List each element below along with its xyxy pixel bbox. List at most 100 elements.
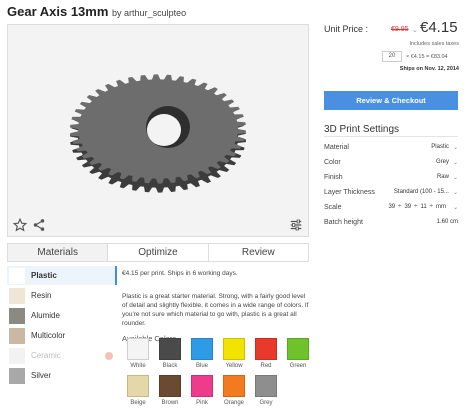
- tax-note: Includes sales taxes: [409, 41, 459, 47]
- color-chip: [223, 338, 245, 360]
- setting-label: Material: [324, 143, 349, 151]
- material-swatch: [9, 367, 25, 384]
- chevron-down-icon: ⌄: [452, 174, 458, 181]
- color-name: Yellow: [225, 363, 243, 369]
- color-option-grey[interactable]: Grey: [250, 375, 282, 406]
- setting-label: Color: [324, 158, 341, 166]
- material-label: Multicolor: [31, 331, 66, 340]
- material-swatch: [9, 307, 25, 324]
- color-option-black[interactable]: Black: [154, 338, 186, 369]
- color-option-blue[interactable]: Blue: [186, 338, 218, 369]
- material-item-ceramic: Ceramic: [7, 346, 117, 365]
- tab-optimize[interactable]: Optimize: [108, 244, 209, 261]
- color-option-red[interactable]: Red: [250, 338, 282, 369]
- material-list: Plastic Resin Alumide Multicolor Ceramic Silv…: [7, 266, 117, 386]
- setting-layer-thickness[interactable]: Layer Thickness Standard (100 - 15... ⌄: [324, 185, 458, 199]
- setting-label: Batch height: [324, 218, 363, 226]
- color-name: White: [130, 363, 146, 369]
- chevron-down-icon: ⌄: [452, 159, 458, 166]
- color-chip: [223, 375, 245, 397]
- chevron-down-icon: ⌄: [452, 189, 458, 196]
- setting-label: Scale: [324, 203, 342, 211]
- quantity-input[interactable]: 20: [382, 51, 402, 62]
- old-price: €9.95: [391, 26, 409, 33]
- chevron-down-icon: ⌄: [452, 204, 458, 211]
- color-name: Blue: [195, 363, 208, 369]
- model-viewer[interactable]: [7, 24, 309, 237]
- material-item-resin[interactable]: Resin: [7, 286, 117, 305]
- material-label: Plastic: [31, 271, 57, 280]
- ship-date: Ships on Nov. 12, 2014: [399, 66, 459, 72]
- setting-material[interactable]: Material Plastic ⌄: [324, 140, 458, 154]
- color-option-yellow[interactable]: Yellow: [218, 338, 250, 369]
- author-link[interactable]: by arthur_sculpteo: [112, 8, 186, 18]
- material-price-line: €4.15 per print. Ships in 6 working days…: [122, 270, 238, 277]
- setting-value: Raw: [436, 174, 449, 180]
- unit-price: €4.15: [420, 19, 458, 36]
- info-icon[interactable]: [105, 351, 113, 360]
- color-option-green[interactable]: Green: [282, 338, 314, 369]
- material-description: €4.15 per print. Ships in 6 working days…: [122, 268, 312, 343]
- setting-batch-height: Batch height 1.60 cm: [324, 215, 458, 229]
- tab-materials[interactable]: Materials: [8, 244, 109, 261]
- print-settings-title: 3D Print Settings: [324, 124, 400, 135]
- color-chip: [191, 338, 213, 360]
- setting-label: Finish: [324, 173, 343, 181]
- material-item-multicolor[interactable]: Multicolor: [7, 326, 117, 345]
- material-label: Alumide: [31, 311, 60, 320]
- material-item-silver[interactable]: Silver: [7, 366, 117, 385]
- color-option-beige[interactable]: Beige: [122, 375, 154, 406]
- material-swatch: [9, 327, 25, 344]
- color-chip: [159, 338, 181, 360]
- setting-value: Standard (100 - 15...: [393, 189, 449, 195]
- material-label: Resin: [31, 291, 52, 300]
- color-chip: [255, 338, 277, 360]
- review-checkout-button[interactable]: Review & Checkout: [324, 91, 458, 110]
- color-chip: [255, 375, 277, 397]
- color-chip: [287, 338, 309, 360]
- gear-hole-background: [147, 114, 181, 146]
- quantity-row: 20 × €4.15 = €83.04: [382, 51, 448, 62]
- setting-value: Plastic: [431, 144, 449, 150]
- gear-model: [70, 74, 246, 193]
- color-name: Pink: [196, 400, 208, 406]
- material-swatch: [9, 287, 25, 304]
- material-label: Silver: [31, 371, 52, 380]
- color-name: Beige: [130, 400, 146, 406]
- tab-review[interactable]: Review: [209, 244, 308, 261]
- scale-z-input[interactable]: 11: [420, 204, 426, 211]
- color-chip: [127, 338, 149, 360]
- scale-y-input[interactable]: 39: [404, 204, 411, 211]
- color-option-pink[interactable]: Pink: [186, 375, 218, 406]
- setting-value: 1.60 cm: [436, 219, 458, 225]
- scale-x-input[interactable]: 39: [388, 204, 395, 211]
- scale-unit-select[interactable]: mm: [436, 204, 446, 211]
- color-option-brown[interactable]: Brown: [154, 375, 186, 406]
- chevron-down-icon[interactable]: ⌄: [412, 26, 418, 34]
- material-item-alumide[interactable]: Alumide: [7, 306, 117, 325]
- star-icon[interactable]: [13, 218, 27, 232]
- color-name: Orange: [223, 400, 244, 406]
- setting-scale: Scale 39 ÷ 39 ÷ 11 ÷ mm ⌄: [324, 203, 458, 211]
- color-name: Green: [289, 363, 307, 369]
- setting-finish[interactable]: Finish Raw ⌄: [324, 170, 458, 184]
- color-grid: White Black Blue Yellow Red Green Beige Brown Pi…: [122, 338, 312, 406]
- share-icon[interactable]: [32, 218, 46, 232]
- product-name: Gear Axis 13mm: [7, 4, 109, 19]
- color-chip: [127, 375, 149, 397]
- material-tabs: Materials Optimize Review: [7, 243, 309, 262]
- color-chip: [191, 375, 213, 397]
- setting-value: Grey: [435, 159, 449, 165]
- product-title: Gear Axis 13mm by arthur_sculpteo: [7, 4, 186, 19]
- setting-label: Layer Thickness: [324, 188, 375, 196]
- color-name: Black: [162, 363, 178, 369]
- color-option-white[interactable]: White: [122, 338, 154, 369]
- total-price: × €4.15 = €83.04: [406, 53, 448, 60]
- settings-sliders-icon[interactable]: [289, 218, 303, 232]
- material-swatch: [9, 267, 25, 284]
- setting-color[interactable]: Color Grey ⌄: [324, 155, 458, 169]
- material-item-plastic[interactable]: Plastic: [7, 266, 117, 285]
- color-option-orange[interactable]: Orange: [218, 375, 250, 406]
- divider: [324, 136, 458, 137]
- material-label: Ceramic: [31, 351, 61, 360]
